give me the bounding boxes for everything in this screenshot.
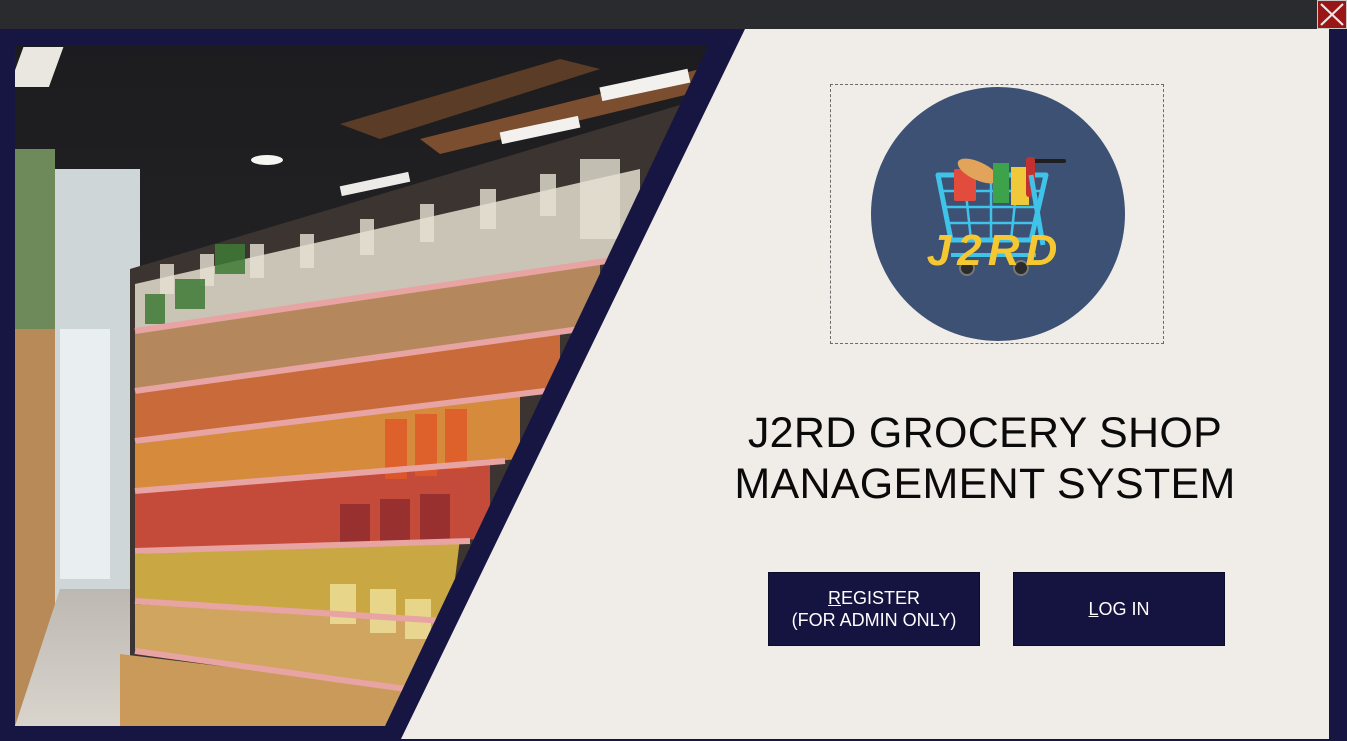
- j2rd-logo: J2RD: [871, 87, 1125, 341]
- logo-text: J2RD: [927, 226, 1064, 275]
- login-mnemonic: L: [1088, 599, 1099, 619]
- register-sublabel: (FOR ADMIN ONLY): [791, 610, 957, 630]
- page-title: J2RD GROCERY SHOP MANAGEMENT SYSTEM: [700, 408, 1270, 510]
- login-label-rest: OG IN: [1098, 599, 1150, 619]
- window-border-right: [1329, 29, 1347, 741]
- logo-circle: [871, 87, 1125, 341]
- register-label: REGISTER: [828, 587, 920, 609]
- title-bar: [0, 0, 1347, 29]
- supermarket-aisle-photo: [0, 29, 745, 741]
- title-line-1: J2RD GROCERY SHOP: [747, 409, 1223, 457]
- title-line-2: MANAGEMENT SYSTEM: [734, 460, 1236, 508]
- login-label: LOG IN: [1088, 598, 1149, 620]
- close-x-icon: [1320, 3, 1344, 26]
- close-button[interactable]: [1317, 0, 1347, 29]
- logo-frame: J2RD: [830, 84, 1164, 344]
- register-mnemonic: R: [827, 588, 841, 608]
- login-button[interactable]: LOG IN: [1013, 572, 1225, 646]
- register-label-rest: EGISTER: [840, 588, 920, 608]
- register-button[interactable]: REGISTER (FOR ADMIN ONLY): [768, 572, 980, 646]
